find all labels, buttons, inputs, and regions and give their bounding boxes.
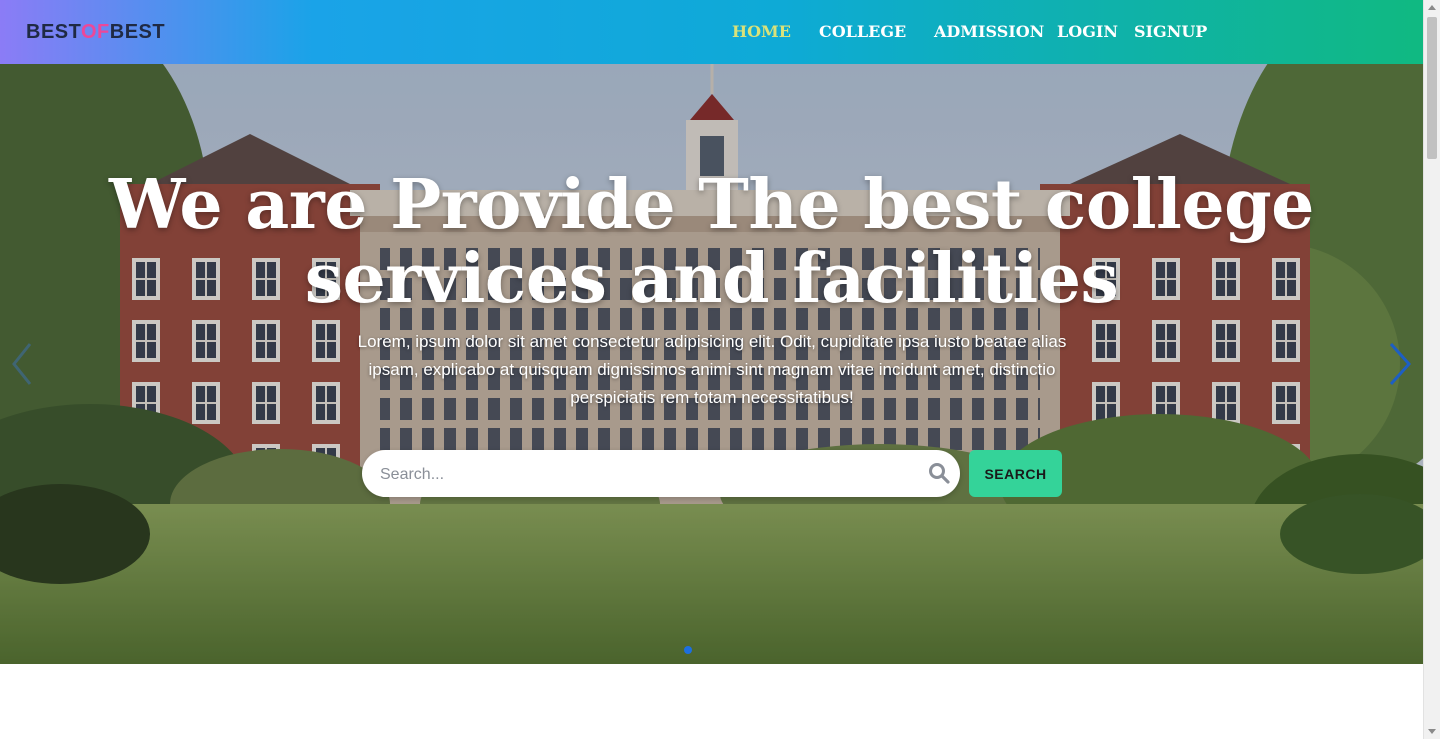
navbar: BESTOFBEST HOME COLLEGE ADMISSION LOGIN …	[0, 0, 1423, 64]
hero-carousel: We are Provide The best college services…	[0, 64, 1423, 664]
scroll-up-arrow-icon[interactable]	[1428, 5, 1436, 10]
hero-title-line-1: We are Provide The best college	[109, 165, 1314, 245]
scroll-down-arrow-icon[interactable]	[1428, 729, 1436, 734]
search-input[interactable]	[378, 450, 922, 499]
hero-title-line-2: services and facilities	[304, 239, 1119, 319]
chevron-left-icon[interactable]	[8, 340, 38, 388]
nav-home-link[interactable]: HOME	[732, 22, 791, 41]
main-nav: HOME COLLEGE ADMISSION LOGIN SIGNUP	[0, 22, 1423, 42]
nav-college-link[interactable]: COLLEGE	[819, 22, 906, 41]
scroll-thumb[interactable]	[1427, 17, 1437, 159]
page-scrollbar[interactable]	[1423, 0, 1440, 739]
chevron-right-icon[interactable]	[1385, 340, 1415, 388]
search-box	[362, 450, 960, 499]
hero-title: We are Provide The best college services…	[0, 168, 1423, 316]
carousel-dot[interactable]	[684, 646, 692, 654]
nav-admission-link[interactable]: ADMISSION	[934, 22, 1044, 41]
carousel-indicators	[684, 641, 692, 659]
search-icon[interactable]	[928, 462, 950, 484]
hero-description: Lorem, ipsum dolor sit amet consectetur …	[357, 332, 1067, 407]
nav-signup-link[interactable]: SIGNUP	[1134, 22, 1207, 41]
page: BESTOFBEST HOME COLLEGE ADMISSION LOGIN …	[0, 0, 1423, 739]
search-button[interactable]: SEARCH	[969, 450, 1062, 497]
nav-login-link[interactable]: LOGIN	[1057, 22, 1118, 41]
